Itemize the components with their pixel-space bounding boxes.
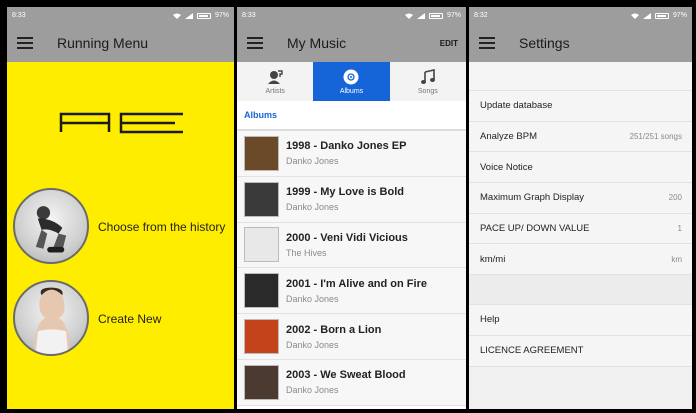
settings-screen: 8:32 97% Settings Update database Analyze… [469,7,692,409]
app-bar: Settings [469,24,692,62]
status-time: 8:33 [12,12,26,19]
page-title: My Music [287,35,347,51]
signal-icon [642,12,651,19]
page-title: Running Menu [57,35,149,51]
setting-label: Maximum Graph Display [480,192,584,204]
new-runner-image[interactable] [13,280,89,356]
setting-label: LICENCE AGREEMENT [480,345,584,357]
setting-value: 251/251 songs [629,132,683,142]
setting-label: km/mi [480,253,506,265]
battery-icon [196,12,211,19]
setting-label: PACE UP/ DOWN VALUE [480,223,590,235]
album-row[interactable]: 2000 - Veni Vidi Vicious The Hives [237,222,466,269]
album-artist: Danko Jones [286,385,339,396]
album-row[interactable]: 2002 - Born a Lion Danko Jones [237,314,466,360]
album-artist: Danko Jones [286,156,339,167]
setting-row[interactable]: Voice Notice [469,152,692,184]
album-artist: Danko Jones [286,202,339,213]
status-bar: 8:33 97% [237,7,466,24]
setting-row[interactable]: Help [469,305,692,336]
album-artist: Danko Jones [286,339,339,350]
status-bar: 8:33 97% [7,7,234,24]
album-row[interactable]: 2003 - We Sweat Blood Danko Jones [237,359,466,406]
tab-albums[interactable]: Albums [313,62,390,101]
album-title: 2000 - Veni Vidi Vicious [286,231,408,244]
app-bar: Running Menu [7,24,234,62]
wifi-icon [172,13,181,19]
setting-label: Voice Notice [480,161,533,173]
signal-icon [184,12,193,19]
status-time: 8:32 [474,12,488,19]
setting-value: 200 [668,193,682,203]
album-row[interactable]: 1999 - My Love is Bold Danko Jones [237,176,466,223]
albums-section-header: Albums [237,101,466,131]
setting-value: km [671,254,682,264]
tab-songs-label: Songs [417,87,438,95]
setting-value: 1 [677,224,682,234]
album-cover [244,135,279,171]
status-bar: 8:32 97% [469,7,692,24]
screenshot-frame: 8:33 97% Running Menu Choose from the hi… [3,3,693,410]
runner-tying-shoe-icon [35,206,67,253]
hamburger-menu-icon[interactable] [479,37,495,49]
album-cover [244,273,279,309]
album-cover [244,181,279,217]
battery-level: 97% [214,12,229,19]
woman-runner-icon [33,287,70,354]
battery-level: 97% [672,12,687,19]
tab-albums-label: Albums [339,87,364,95]
choose-history-option[interactable]: Choose from the history [98,220,225,234]
page-title: Settings [519,35,570,51]
wifi-icon [630,13,639,19]
music-note-icon [420,68,435,84]
album-title: 2003 - We Sweat Blood [286,369,406,382]
battery-level: 97% [446,12,461,19]
album-icon [343,69,359,84]
album-artist: Danko Jones [286,293,339,304]
my-music-screen: 8:33 97% My Music EDIT Artists Albums So… [237,7,466,409]
album-title: 2002 - Born a Lion [286,323,382,336]
tab-songs[interactable]: Songs [390,62,466,101]
running-menu-body: Choose from the history Create New [7,62,234,409]
album-title: 1998 - Danko Jones EP [286,140,407,153]
settings-spacer [469,62,692,91]
app-logo [59,112,183,134]
signal-icon [416,12,425,19]
album-cover [244,364,279,400]
artist-icon [268,69,283,84]
setting-row[interactable]: Maximum Graph Display 200 [469,183,692,214]
setting-label: Update database [480,100,553,112]
setting-row[interactable]: PACE UP/ DOWN VALUE 1 [469,213,692,245]
battery-icon [654,12,669,19]
album-row[interactable]: 1998 - Danko Jones EP Danko Jones [237,131,466,177]
app-bar: My Music EDIT [237,24,466,62]
tab-artists-label: Artists [265,87,285,95]
hamburger-menu-icon[interactable] [247,37,263,49]
album-cover [244,319,279,355]
wifi-icon [404,13,413,19]
battery-icon [428,12,443,19]
settings-list: Update database Analyze BPM 251/251 songs V… [469,62,692,409]
setting-row[interactable]: LICENCE AGREEMENT [469,335,692,367]
setting-row[interactable]: Update database [469,91,692,122]
music-tabs: Artists Albums Songs [237,62,466,101]
settings-spacer [469,275,692,306]
edit-button[interactable]: EDIT [440,39,458,48]
album-cover [244,227,279,263]
album-title: 1999 - My Love is Bold [286,186,404,199]
status-time: 8:33 [242,12,256,19]
album-title: 2001 - I'm Alive and on Fire [286,277,427,290]
album-row[interactable]: 2001 - I'm Alive and on Fire Danko Jones [237,268,466,315]
setting-label: Analyze BPM [480,131,538,143]
album-artist: The Hives [286,247,327,258]
running-menu-screen: 8:33 97% Running Menu Choose from the hi… [7,7,234,409]
tab-artists[interactable]: Artists [237,62,313,101]
history-runner-image[interactable] [13,188,89,264]
album-list: 1998 - Danko Jones EP Danko Jones 1999 - M… [237,131,466,406]
create-new-option[interactable]: Create New [98,312,161,326]
hamburger-menu-icon[interactable] [17,37,33,49]
setting-row[interactable]: Analyze BPM 251/251 songs [469,121,692,153]
setting-label: Help [480,314,500,326]
setting-row[interactable]: km/mi km [469,244,692,276]
